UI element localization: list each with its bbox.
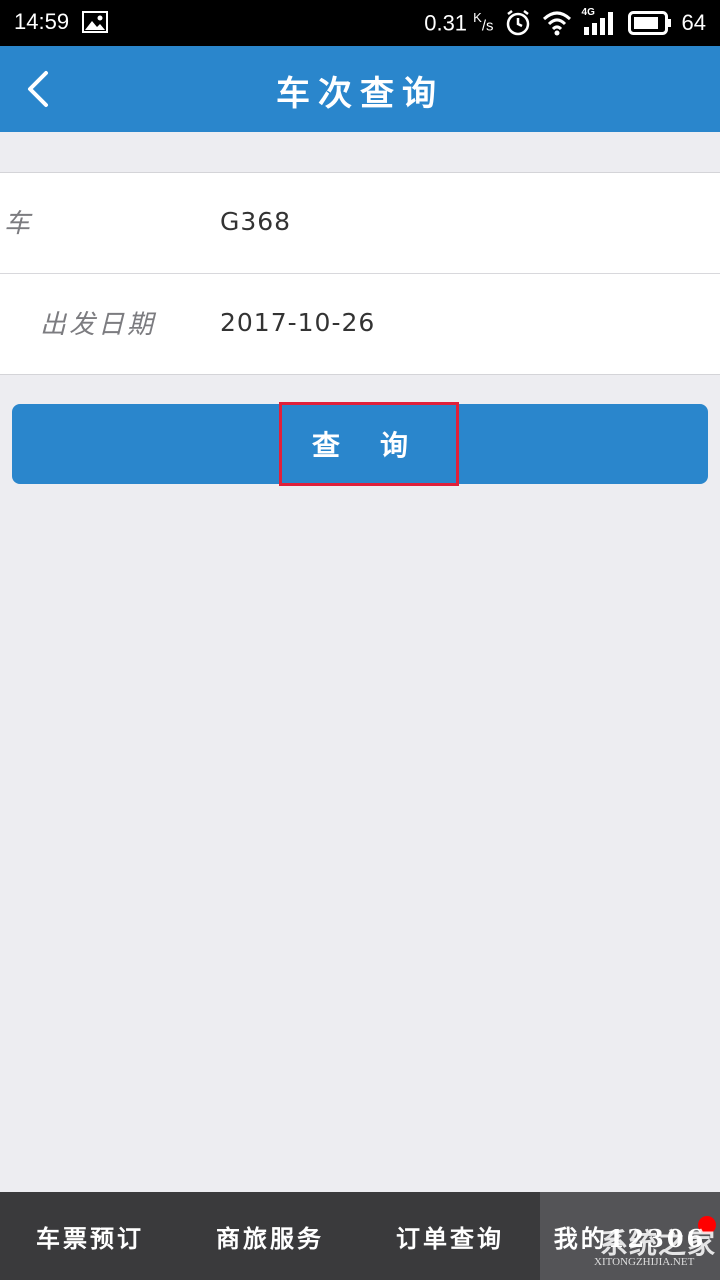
status-bar: 14:59 0.31 K/s 4G 64 bbox=[0, 0, 720, 46]
net-speed-unit-bottom: /s bbox=[481, 17, 494, 35]
query-button[interactable]: 查询 bbox=[12, 404, 708, 484]
status-time: 14:59 bbox=[14, 9, 70, 34]
nav-my-12306[interactable]: 我的12306 bbox=[540, 1192, 720, 1280]
signal-icon bbox=[583, 12, 613, 35]
net-speed-value: 0.31 bbox=[424, 10, 468, 36]
status-icons: 0.31 K/s 4G 64 bbox=[424, 0, 706, 46]
battery-icon bbox=[627, 11, 671, 35]
alarm-icon bbox=[506, 10, 529, 36]
bottom-nav: 车票预订 商旅服务 订单查询 我的12306 bbox=[0, 1192, 720, 1280]
nav-order-query[interactable]: 订单查询 bbox=[360, 1192, 540, 1280]
nav-my-12306-label: 我的12306 bbox=[553, 1223, 707, 1253]
departure-date-label: 出发日期 bbox=[40, 310, 157, 340]
train-number-input[interactable] bbox=[220, 207, 680, 236]
battery-level: 64 bbox=[681, 10, 706, 35]
departure-date-value[interactable]: 2017-10-26 bbox=[220, 308, 680, 337]
nav-business-travel[interactable]: 商旅服务 bbox=[180, 1192, 360, 1280]
image-icon bbox=[82, 11, 108, 33]
net-speed: 0.31 K/s bbox=[424, 10, 493, 36]
net-speed-unit-top: K bbox=[473, 9, 482, 25]
wifi-icon bbox=[542, 11, 571, 36]
train-number-row[interactable]: 车 bbox=[0, 173, 720, 273]
signal-indicator: 4G bbox=[582, 7, 618, 37]
page-title: 车次查询 bbox=[276, 74, 444, 114]
app-bar: 车次查询 bbox=[0, 46, 720, 132]
notification-badge bbox=[698, 1216, 716, 1234]
departure-date-row[interactable]: 出发日期 2017-10-26 bbox=[0, 273, 720, 374]
query-form: 车 出发日期 2017-10-26 bbox=[0, 172, 720, 375]
train-number-label: 车 bbox=[4, 209, 34, 239]
nav-ticket-booking[interactable]: 车票预订 bbox=[0, 1192, 180, 1280]
